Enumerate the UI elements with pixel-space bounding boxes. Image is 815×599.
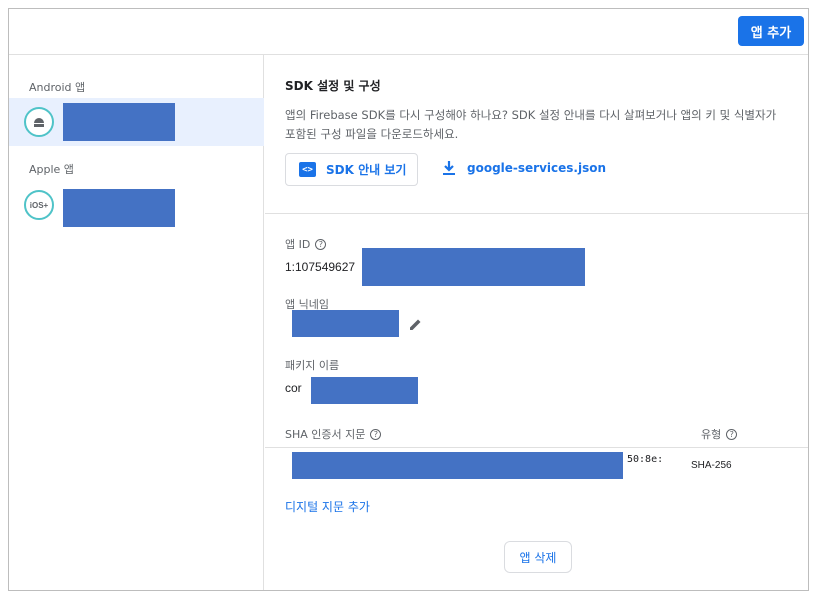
app-id-value: 1:107549627 [285,260,356,274]
redacted-nickname [292,310,399,337]
redacted-android-app-name [63,103,175,141]
code-icon: <> [299,162,316,177]
help-icon[interactable]: ? [315,238,327,250]
sidebar-item-android-app[interactable] [9,98,264,146]
add-app-button[interactable]: 앱 추가 [738,16,804,46]
section-divider [265,213,808,214]
help-icon[interactable]: ? [726,428,738,440]
redacted-ios-app-name [63,189,175,227]
app-id-label: 앱 ID ? [285,236,327,252]
edit-pencil-icon[interactable] [408,317,423,332]
main-content: SDK 설정 및 구성 앱의 Firebase SDK를 다시 구성해야 하나요… [265,55,808,590]
redacted-sha-fingerprint [292,452,623,479]
sidebar-item-ios-app[interactable]: iOS+ [9,181,264,229]
help-icon[interactable]: ? [370,428,382,440]
ios-icon: iOS+ [24,190,54,220]
add-fingerprint-link[interactable]: 디지털 지문 추가 [285,498,370,515]
sha-table-divider [265,447,808,448]
sha-fingerprint-value: 50:8e: [627,454,664,465]
sha-label-text: SHA 인증서 지문 [285,428,366,441]
app-settings-panel: 앱 추가 Android 앱 Apple 앱 iOS+ SDK 설정 및 구성 … [8,8,809,591]
type-label-text: 유형 [701,428,722,441]
google-services-label: google-services.json [467,161,607,175]
app-id-label-text: 앱 ID [285,238,311,251]
android-section-label: Android 앱 [29,81,86,94]
android-icon [24,107,54,137]
top-bar: 앱 추가 [9,9,808,55]
google-services-download-link[interactable]: google-services.json [442,160,606,176]
sdk-description: 앱의 Firebase SDK를 다시 구성해야 하나요? SDK 설정 안내를… [285,108,777,141]
redacted-app-id [362,248,585,286]
type-label: 유형 ? [701,426,738,442]
sdk-guide-button[interactable]: <> SDK 안내 보기 [285,153,418,186]
sha-type-value: SHA-256 [691,460,732,471]
delete-app-button[interactable]: 앱 삭제 [504,541,572,573]
package-name-label: 패키지 이름 [285,359,340,372]
redacted-package-name [311,377,418,404]
sha-label: SHA 인증서 지문 ? [285,426,382,442]
apple-section-label: Apple 앱 [29,163,74,176]
sdk-guide-label: SDK 안내 보기 [326,163,407,177]
sidebar: Android 앱 Apple 앱 iOS+ [9,55,264,590]
sdk-section-title: SDK 설정 및 구성 [285,79,381,93]
package-name-value: cor [285,381,302,395]
download-icon [443,161,455,175]
